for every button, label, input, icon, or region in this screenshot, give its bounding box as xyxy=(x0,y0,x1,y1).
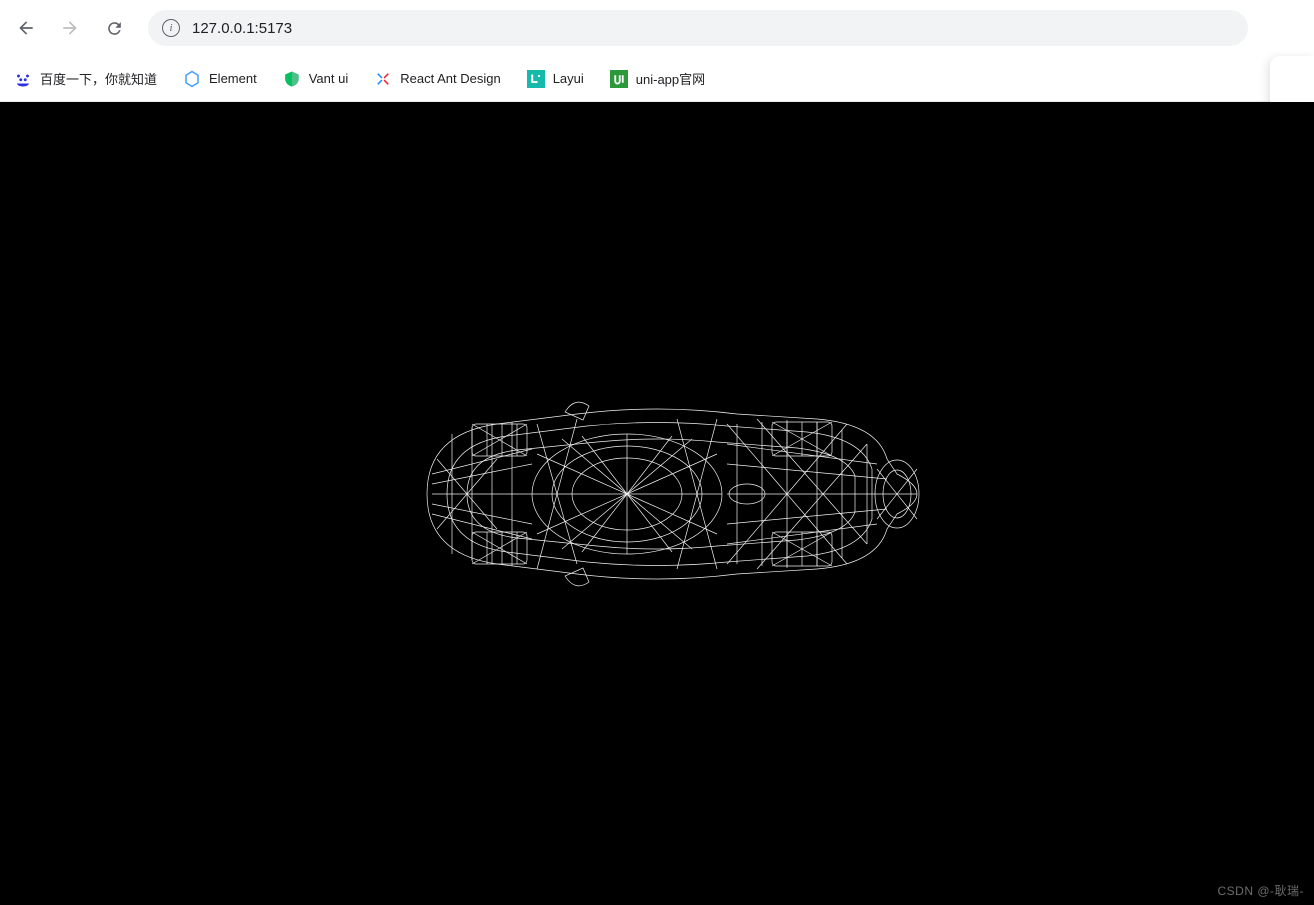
watermark: CSDN @-耿瑞- xyxy=(1217,882,1304,899)
site-info-icon[interactable]: i xyxy=(162,19,180,37)
bookmark-element[interactable]: Element xyxy=(183,70,257,88)
address-bar[interactable]: i 127.0.0.1:5173 xyxy=(148,10,1248,46)
back-button[interactable] xyxy=(8,10,44,46)
url-text: 127.0.0.1:5173 xyxy=(192,20,292,37)
bookmark-vant[interactable]: Vant ui xyxy=(283,70,349,88)
element-icon xyxy=(183,70,201,88)
bookmark-layui[interactable]: Layui xyxy=(527,70,584,88)
reload-icon xyxy=(105,19,124,38)
bookmark-baidu[interactable]: 百度一下，你就知道 xyxy=(14,69,157,88)
bookmark-label: Layui xyxy=(553,71,584,86)
layui-icon xyxy=(527,70,545,88)
bookmarks-bar: 百度一下，你就知道 Element Vant ui React Ant Desi… xyxy=(0,56,1314,102)
bookmark-label: React Ant Design xyxy=(400,71,500,86)
browser-toolbar: i 127.0.0.1:5173 xyxy=(0,0,1314,56)
wireframe-car-model xyxy=(377,364,937,624)
bookmark-label: uni-app官网 xyxy=(636,69,705,88)
bookmark-label: 百度一下，你就知道 xyxy=(40,69,157,88)
baidu-icon xyxy=(14,70,32,88)
reload-button[interactable] xyxy=(96,10,132,46)
bookmark-label: Vant ui xyxy=(309,71,349,86)
arrow-left-icon xyxy=(16,18,36,38)
vant-icon xyxy=(283,70,301,88)
bookmark-uniapp[interactable]: uni-app官网 xyxy=(610,69,705,88)
bookmark-label: Element xyxy=(209,71,257,86)
webgl-viewport[interactable]: CSDN @-耿瑞- xyxy=(0,102,1314,905)
bookmark-antd[interactable]: React Ant Design xyxy=(374,70,500,88)
forward-button[interactable] xyxy=(52,10,88,46)
uniapp-icon xyxy=(610,70,628,88)
antdesign-icon xyxy=(374,70,392,88)
arrow-right-icon xyxy=(60,18,80,38)
